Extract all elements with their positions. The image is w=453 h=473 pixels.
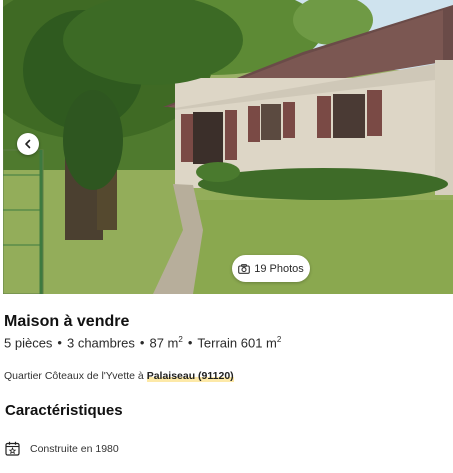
area-exponent: 2 [178, 335, 183, 344]
calendar-icon [5, 441, 20, 456]
prev-photo-button[interactable] [17, 133, 39, 155]
listing-location: Quartier Côteaux de l'Yvette à Palaiseau… [4, 370, 234, 382]
bedrooms-count: 3 chambres [66, 335, 135, 351]
separator: • [57, 335, 62, 351]
separator: • [187, 335, 193, 351]
photos-count-label: 19 Photos [254, 262, 304, 275]
chevron-left-icon [25, 139, 31, 149]
separator: • [139, 335, 145, 351]
location-prefix: Quartier Côteaux de l'Yvette à [4, 370, 144, 382]
land-area: Terrain 601 m [197, 335, 277, 351]
characteristics-title: Caractéristiques [5, 402, 123, 419]
land-exponent: 2 [276, 335, 282, 344]
listing-title: Maison à vendre [4, 313, 130, 330]
listing-specs: 5 pièces • 3 chambres • 87 m2 • Terrain 601 m2 [4, 335, 281, 350]
living-area: 87 m [149, 335, 179, 351]
city-link[interactable]: Palaiseau (91120) [146, 370, 234, 382]
characteristic-item: Construite en 1980 [5, 441, 119, 456]
rooms-count: 5 pièces [4, 335, 53, 351]
characteristic-label: Construite en 1980 [30, 442, 119, 455]
photos-count-button[interactable]: 19 Photos [232, 255, 310, 282]
camera-icon [238, 263, 251, 274]
listing-photo[interactable]: 19 Photos [3, 0, 453, 294]
